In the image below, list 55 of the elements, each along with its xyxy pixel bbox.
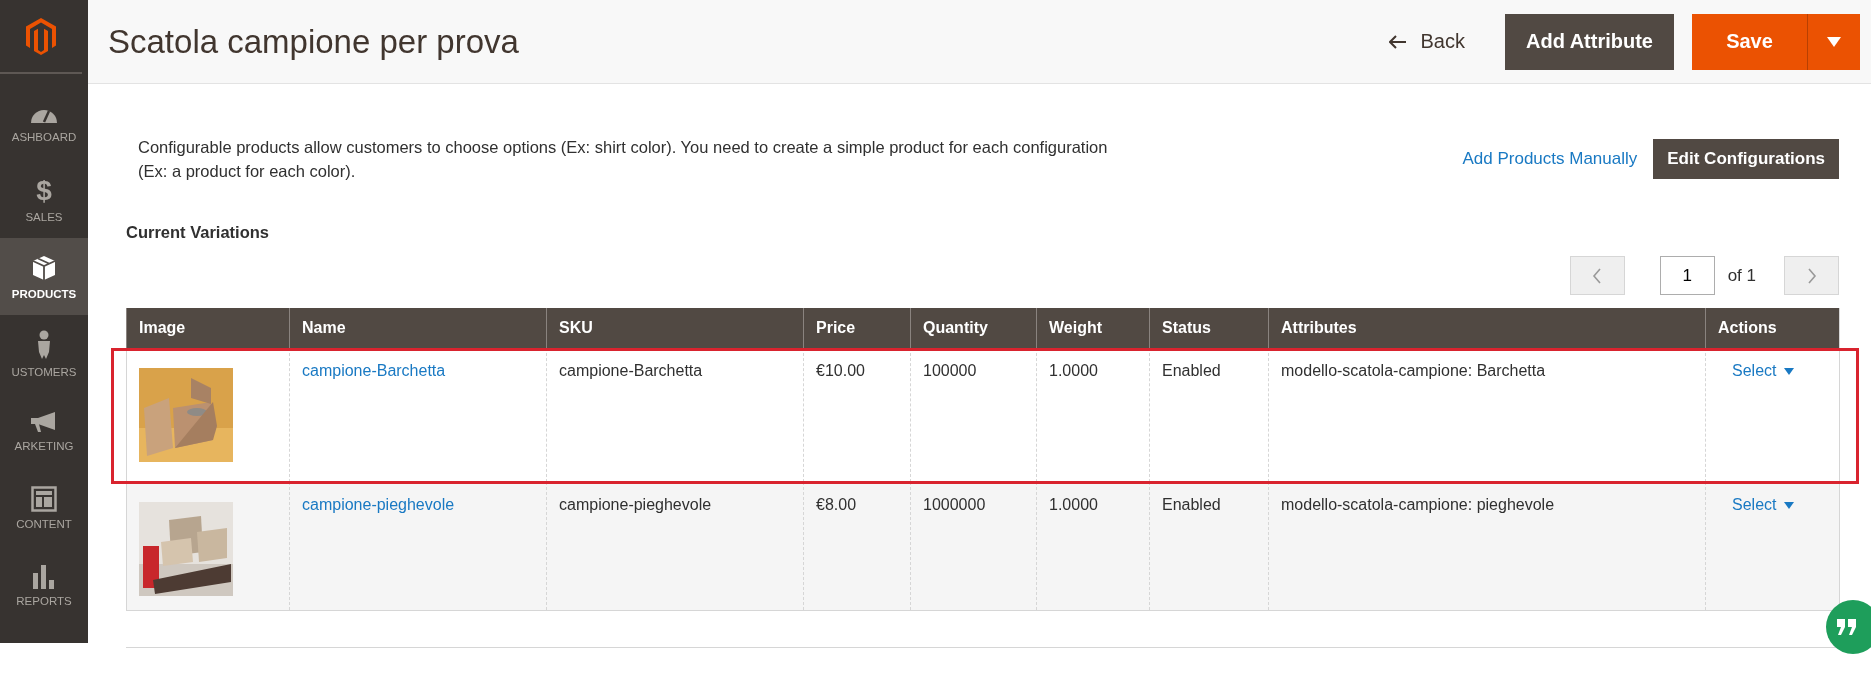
column-header: Status [1149, 308, 1269, 348]
caret-icon [1784, 367, 1795, 375]
table-cell: €8.00 [803, 482, 911, 611]
nav-item[interactable]: CONTENT [0, 469, 88, 546]
chevron-left-icon [1592, 267, 1603, 284]
column-header: Attributes [1268, 308, 1706, 348]
add-attribute-button[interactable]: Add Attribute [1505, 13, 1674, 70]
section-title: Current Variations [126, 223, 271, 242]
table-cell: Enabled [1149, 482, 1269, 611]
column-header: Image [126, 308, 290, 348]
page-count: of 1 [1727, 265, 1756, 286]
column-header: SKU [546, 308, 804, 348]
product-link[interactable]: campione-Barchetta [302, 362, 446, 379]
column-header: Name [289, 308, 547, 348]
table-cell: campione-Barchetta [546, 348, 804, 482]
add-products-link[interactable]: Add Products Manually [1462, 149, 1638, 169]
nav-item[interactable]: REPORTS [0, 546, 88, 623]
person-icon [35, 329, 53, 360]
layout-icon [31, 485, 57, 512]
column-header: Weight [1036, 308, 1150, 348]
nav-item[interactable]: $ SALES [0, 161, 88, 238]
table-cell: 1.0000 [1036, 482, 1150, 611]
product-link[interactable]: campione-pieghevole [302, 496, 455, 513]
intro-text: Configurable products allow customers to choose options (Ex: shirt color). You need to create a simple product for each configuration (Ex: a product for each color). [138, 137, 1109, 182]
page-field[interactable]: 1 [1659, 256, 1715, 295]
nav-item[interactable]: USTOMERS [0, 315, 88, 392]
box-icon [31, 253, 57, 282]
chat-button[interactable] [1826, 600, 1871, 654]
table-cell: 1.0000 [1036, 348, 1150, 482]
table-cell: Enabled [1149, 348, 1269, 482]
table-cell: campione-pieghevole [546, 482, 804, 611]
quote-icon [1836, 618, 1858, 636]
nav-item[interactable]: ARKETING [0, 392, 88, 469]
select-action[interactable]: Select [1732, 362, 1795, 380]
bar-chart-icon [31, 562, 57, 589]
caret-icon [1784, 501, 1795, 509]
edit-configurations-button[interactable]: Edit Configurations [1653, 139, 1839, 179]
chevron-right-icon [1806, 267, 1817, 284]
nav-item[interactable]: ASHBOARD [0, 84, 88, 161]
column-header: Price [803, 308, 911, 348]
table-cell: 1000000 [910, 482, 1037, 611]
table-cell: €10.00 [803, 348, 911, 482]
nav-item[interactable]: PRODUCTS [0, 238, 88, 315]
table-cell: modello-scatola-campione: Barchetta [1268, 348, 1706, 482]
column-header: Actions [1705, 308, 1840, 348]
caret-icon [1826, 35, 1842, 48]
select-action[interactable]: Select [1732, 496, 1795, 514]
back-link[interactable]: Back [1388, 30, 1465, 53]
arrow-left-icon [1388, 34, 1407, 49]
table-cell: modello-scatola-campione: pieghevole [1268, 482, 1706, 611]
column-header: Quantity [910, 308, 1037, 348]
page-title: Scatola campione per prova [108, 22, 520, 61]
table-cell: 100000 [910, 348, 1037, 482]
logo-icon[interactable] [25, 17, 57, 55]
dollar-icon: $ [36, 176, 52, 205]
